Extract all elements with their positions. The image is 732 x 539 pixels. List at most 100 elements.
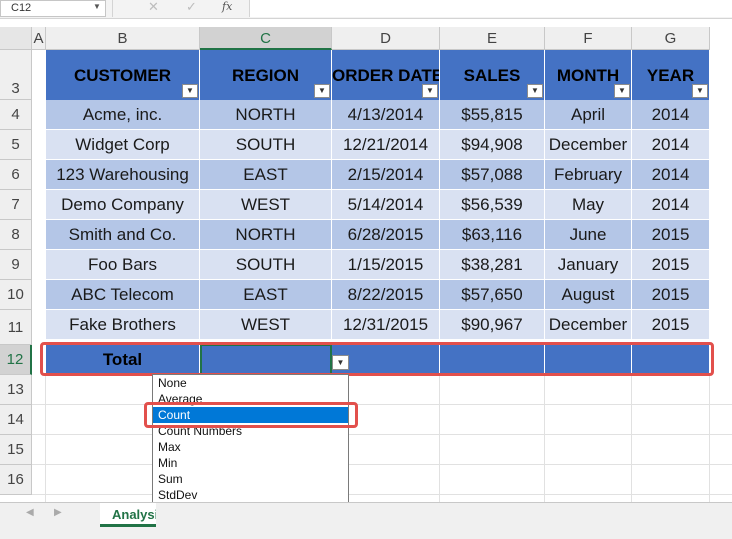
dropdown-option-stddev[interactable]: StdDev [153,487,348,503]
grid-line [32,434,732,435]
grid-line [32,404,732,405]
filter-button[interactable]: ▼ [422,84,438,98]
table-cell[interactable]: 12/21/2014 [332,130,440,160]
table-cell[interactable]: January [545,250,632,280]
table-cell[interactable]: 2014 [632,190,710,220]
filter-button[interactable]: ▼ [314,84,330,98]
table-cell[interactable]: 12/31/2015 [332,310,440,340]
header-customer: CUSTOMER [46,50,200,100]
table-cell[interactable]: May [545,190,632,220]
enter-icon[interactable]: ✓ [186,0,197,16]
table-cell[interactable]: $38,281 [440,250,545,280]
table-cell[interactable]: SOUTH [200,250,332,280]
table-cell[interactable]: $55,815 [440,100,545,130]
table-cell[interactable]: 2/15/2014 [332,160,440,190]
grid-line [32,464,732,465]
dropdown-option-sum[interactable]: Sum [153,471,348,487]
row-header-5[interactable]: 5 [0,130,32,160]
filter-button[interactable]: ▼ [527,84,543,98]
table-cell[interactable]: SOUTH [200,130,332,160]
cancel-icon[interactable]: ✕ [148,0,159,16]
filter-button[interactable]: ▼ [692,84,708,98]
table-cell[interactable]: Fake Brothers [46,310,200,340]
table-cell[interactable]: 123 Warehousing [46,160,200,190]
table-cell[interactable]: Smith and Co. [46,220,200,250]
formula-bar: C12 ▼ ✕ ✓ fx [0,0,732,19]
row-header-6[interactable]: 6 [0,160,32,190]
table-cell[interactable]: 2014 [632,130,710,160]
row-header-10[interactable]: 10 [0,280,32,310]
table-cell[interactable]: 1/15/2015 [332,250,440,280]
table-cell[interactable]: $63,116 [440,220,545,250]
table-cell[interactable]: WEST [200,310,332,340]
dropdown-option-min[interactable]: Min [153,455,348,471]
table-cell[interactable]: 2015 [632,250,710,280]
row-header-15[interactable]: 15 [0,435,32,465]
dropdown-option-none[interactable]: None [153,375,348,391]
table-cell[interactable]: $57,088 [440,160,545,190]
table-cell[interactable]: Foo Bars [46,250,200,280]
table-cell[interactable]: Demo Company [46,190,200,220]
table-cell[interactable]: $56,539 [440,190,545,220]
chevron-down-icon: ▼ [318,86,326,95]
table-cell[interactable]: $90,967 [440,310,545,340]
row-header-3[interactable]: 3 [0,50,32,100]
table-cell[interactable]: December [545,130,632,160]
formula-input[interactable] [250,0,732,17]
column-header-g[interactable]: G [632,27,710,50]
table-cell[interactable]: Acme, inc. [46,100,200,130]
row-header-13[interactable]: 13 [0,375,32,405]
table-cell[interactable]: $94,908 [440,130,545,160]
table-cell[interactable]: Widget Corp [46,130,200,160]
table-cell[interactable]: 2015 [632,220,710,250]
table-cell[interactable]: 2014 [632,100,710,130]
filter-button[interactable]: ▼ [182,84,198,98]
name-box[interactable]: C12 [0,0,106,17]
table-cell[interactable]: EAST [200,160,332,190]
table-cell[interactable]: December [545,310,632,340]
table-cell[interactable]: ABC Telecom [46,280,200,310]
table-cell[interactable]: NORTH [200,220,332,250]
status-bar [0,530,732,539]
row-header-9[interactable]: 9 [0,250,32,280]
table-cell[interactable]: 2014 [632,160,710,190]
row-header-14[interactable]: 14 [0,405,32,435]
row-header-4[interactable]: 4 [0,100,32,130]
row-header-12[interactable]: 12 [0,345,32,375]
column-header-a[interactable]: A [32,27,46,50]
table-cell[interactable]: April [545,100,632,130]
column-header-d[interactable]: D [332,27,440,50]
row-header-7[interactable]: 7 [0,190,32,220]
header-region: REGION [200,50,332,100]
table-cell[interactable]: WEST [200,190,332,220]
table-cell[interactable]: 4/13/2014 [332,100,440,130]
scroll-left-icon[interactable]: ◀ [26,507,34,518]
row-header-11[interactable]: 11 [0,310,32,345]
filter-button[interactable]: ▼ [614,84,630,98]
table-cell[interactable]: August [545,280,632,310]
scroll-right-icon[interactable]: ▶ [54,507,62,518]
dropdown-option-max[interactable]: Max [153,439,348,455]
table-cell[interactable]: June [545,220,632,250]
grid-line [45,375,46,502]
table-cell[interactable]: $57,650 [440,280,545,310]
row-header-8[interactable]: 8 [0,220,32,250]
column-header-e[interactable]: E [440,27,545,50]
table-cell[interactable]: 2015 [632,280,710,310]
column-header-f[interactable]: F [545,27,632,50]
table-cell[interactable]: February [545,160,632,190]
column-header-c[interactable]: C [200,27,332,50]
table-cell[interactable]: 6/28/2015 [332,220,440,250]
sheet-tab-analysis[interactable]: Analysis [100,503,156,527]
table-cell[interactable]: 5/14/2014 [332,190,440,220]
select-all-corner[interactable] [0,27,32,50]
table-cell[interactable]: 8/22/2015 [332,280,440,310]
insert-function-icon[interactable]: fx [222,0,232,14]
chevron-down-icon[interactable]: ▼ [93,0,101,14]
table-cell[interactable]: NORTH [200,100,332,130]
column-header-b[interactable]: B [46,27,200,50]
grid-line [631,375,632,502]
table-cell[interactable]: EAST [200,280,332,310]
row-header-16[interactable]: 16 [0,465,32,495]
table-cell[interactable]: 2015 [632,310,710,340]
